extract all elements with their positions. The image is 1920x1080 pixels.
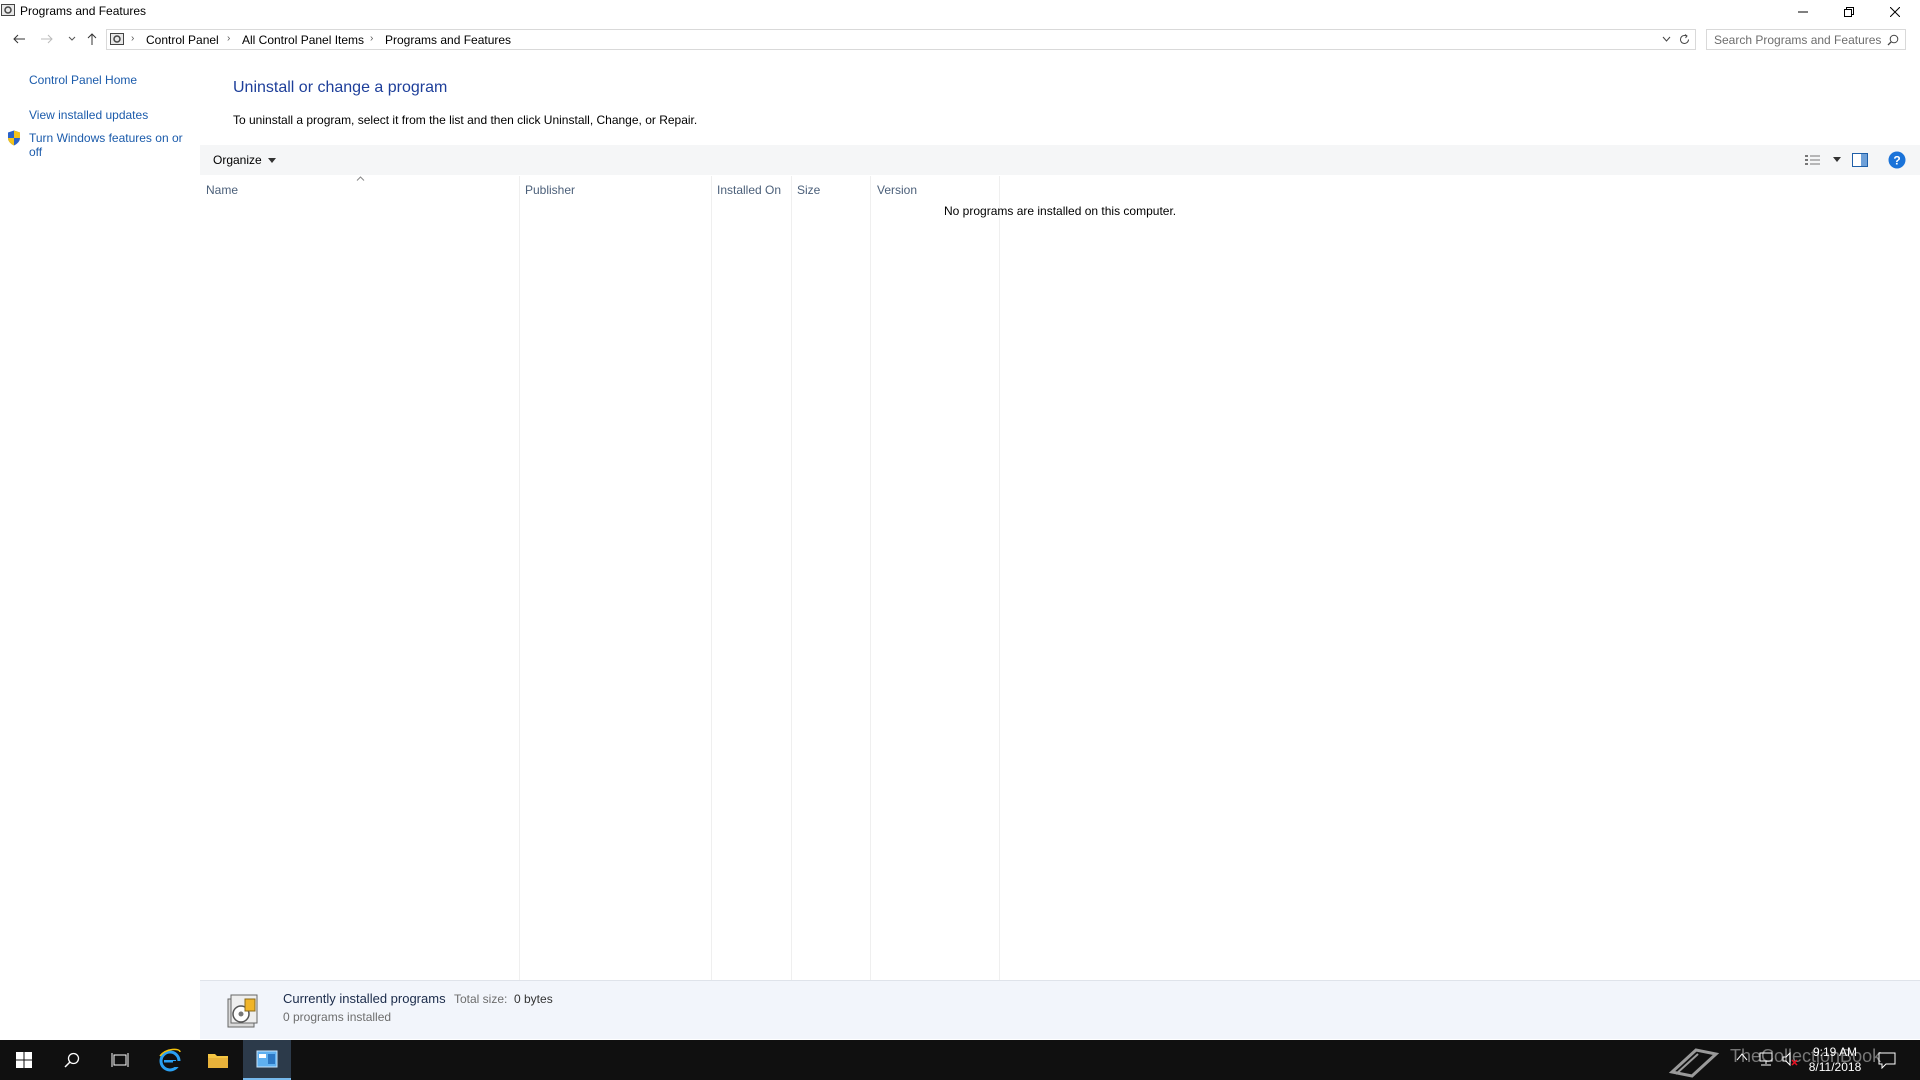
address-bar[interactable]: › Control Panel › All Control Panel Item… <box>106 29 1696 50</box>
up-arrow-icon[interactable] <box>83 30 101 48</box>
page-title: Uninstall or change a program <box>233 79 448 96</box>
column-divider <box>999 176 1000 981</box>
chevron-down-icon <box>267 157 276 163</box>
title-bar: Programs and Features <box>0 0 1920 24</box>
refresh-icon[interactable] <box>1678 33 1691 46</box>
column-header-name[interactable]: Name <box>206 183 238 197</box>
clock-date: 8/11/2018 <box>1808 1060 1862 1074</box>
view-options-chevron-icon[interactable] <box>1833 157 1841 162</box>
breadcrumb-all-control-panel-items[interactable]: All Control Panel Items <box>242 33 364 47</box>
preview-pane-icon[interactable] <box>1852 153 1868 167</box>
help-icon[interactable]: ? <box>1888 151 1906 169</box>
column-divider <box>519 176 520 981</box>
control-panel-home-link[interactable]: Control Panel Home <box>29 73 137 87</box>
column-divider <box>791 176 792 981</box>
details-pane: Currently installed programs Total size:… <box>200 980 1920 1039</box>
start-windows-icon[interactable] <box>0 1040 48 1080</box>
currently-installed-label: Currently installed programs <box>283 991 446 1006</box>
command-toolbar: Organize ? <box>200 145 1920 175</box>
file-explorer-icon[interactable] <box>194 1040 242 1080</box>
column-header-installed-on[interactable]: Installed On <box>717 183 781 197</box>
shield-icon <box>7 130 21 146</box>
control-panel-icon <box>1 3 15 17</box>
clock-time: 9:19 AM <box>1812 1045 1858 1059</box>
control-panel-location-icon <box>110 32 124 46</box>
column-header-version[interactable]: Version <box>877 183 917 197</box>
sort-ascending-icon <box>356 176 365 181</box>
action-center-icon[interactable] <box>1878 1051 1896 1069</box>
total-size-value: 0 bytes <box>514 992 553 1006</box>
column-header-publisher[interactable]: Publisher <box>525 183 575 197</box>
breadcrumb-separator-icon: › <box>131 33 135 44</box>
back-arrow-icon[interactable] <box>10 30 28 48</box>
organize-button[interactable]: Organize <box>213 153 276 167</box>
turn-windows-features-link-continued[interactable]: off <box>29 145 42 159</box>
column-divider <box>711 176 712 981</box>
list-header: Name Publisher Installed On Size Version <box>200 176 1920 201</box>
restore-button[interactable] <box>1826 0 1872 24</box>
breadcrumb-separator-icon: › <box>370 33 374 44</box>
navigation-bar: › Control Panel › All Control Panel Item… <box>0 24 1920 54</box>
breadcrumb-programs-and-features[interactable]: Programs and Features <box>385 33 511 47</box>
forward-arrow-icon[interactable] <box>38 30 56 48</box>
installed-programs-icon <box>222 989 262 1031</box>
close-button[interactable] <box>1872 0 1918 24</box>
task-view-icon[interactable] <box>96 1040 144 1080</box>
taskbar: TheCollectionBook 9:19 AM 8/11/2018 <box>0 1040 1920 1080</box>
svg-text:?: ? <box>1893 154 1900 168</box>
search-icon[interactable] <box>1887 34 1899 46</box>
show-hidden-icons-chevron-icon[interactable] <box>1736 1053 1748 1061</box>
search-input[interactable]: Search Programs and Features <box>1706 29 1906 50</box>
search-placeholder: Search Programs and Features <box>1714 33 1882 47</box>
turn-windows-features-link[interactable]: Turn Windows features on or <box>29 131 183 145</box>
breadcrumb-control-panel[interactable]: Control Panel <box>146 33 219 47</box>
left-pane: Control Panel Home View installed update… <box>0 54 200 1040</box>
address-dropdown-chevron-icon[interactable] <box>1662 36 1671 42</box>
window-title: Programs and Features <box>20 4 147 18</box>
recent-locations-chevron-icon[interactable] <box>63 30 81 48</box>
total-size-label: Total size: <box>454 992 508 1006</box>
internet-explorer-icon[interactable] <box>146 1040 194 1080</box>
column-header-size[interactable]: Size <box>797 183 820 197</box>
control-panel-taskbar-button[interactable] <box>243 1040 291 1080</box>
view-details-icon[interactable] <box>1805 154 1821 166</box>
programs-count: 0 programs installed <box>283 1010 392 1024</box>
instructions-text: To uninstall a program, select it from t… <box>233 113 698 127</box>
search-icon[interactable] <box>48 1040 96 1080</box>
organize-label: Organize <box>213 153 262 167</box>
network-icon[interactable] <box>1758 1052 1774 1066</box>
empty-list-message: No programs are installed on this comput… <box>944 204 1177 218</box>
column-divider <box>870 176 871 981</box>
taskbar-clock[interactable]: 9:19 AM 8/11/2018 <box>1800 1045 1870 1075</box>
volume-muted-icon[interactable] <box>1782 1051 1798 1067</box>
view-installed-updates-link[interactable]: View installed updates <box>29 108 148 122</box>
book-watermark-icon <box>1668 1044 1720 1078</box>
breadcrumb-separator-icon: › <box>227 33 231 44</box>
minimize-button[interactable] <box>1780 0 1826 24</box>
